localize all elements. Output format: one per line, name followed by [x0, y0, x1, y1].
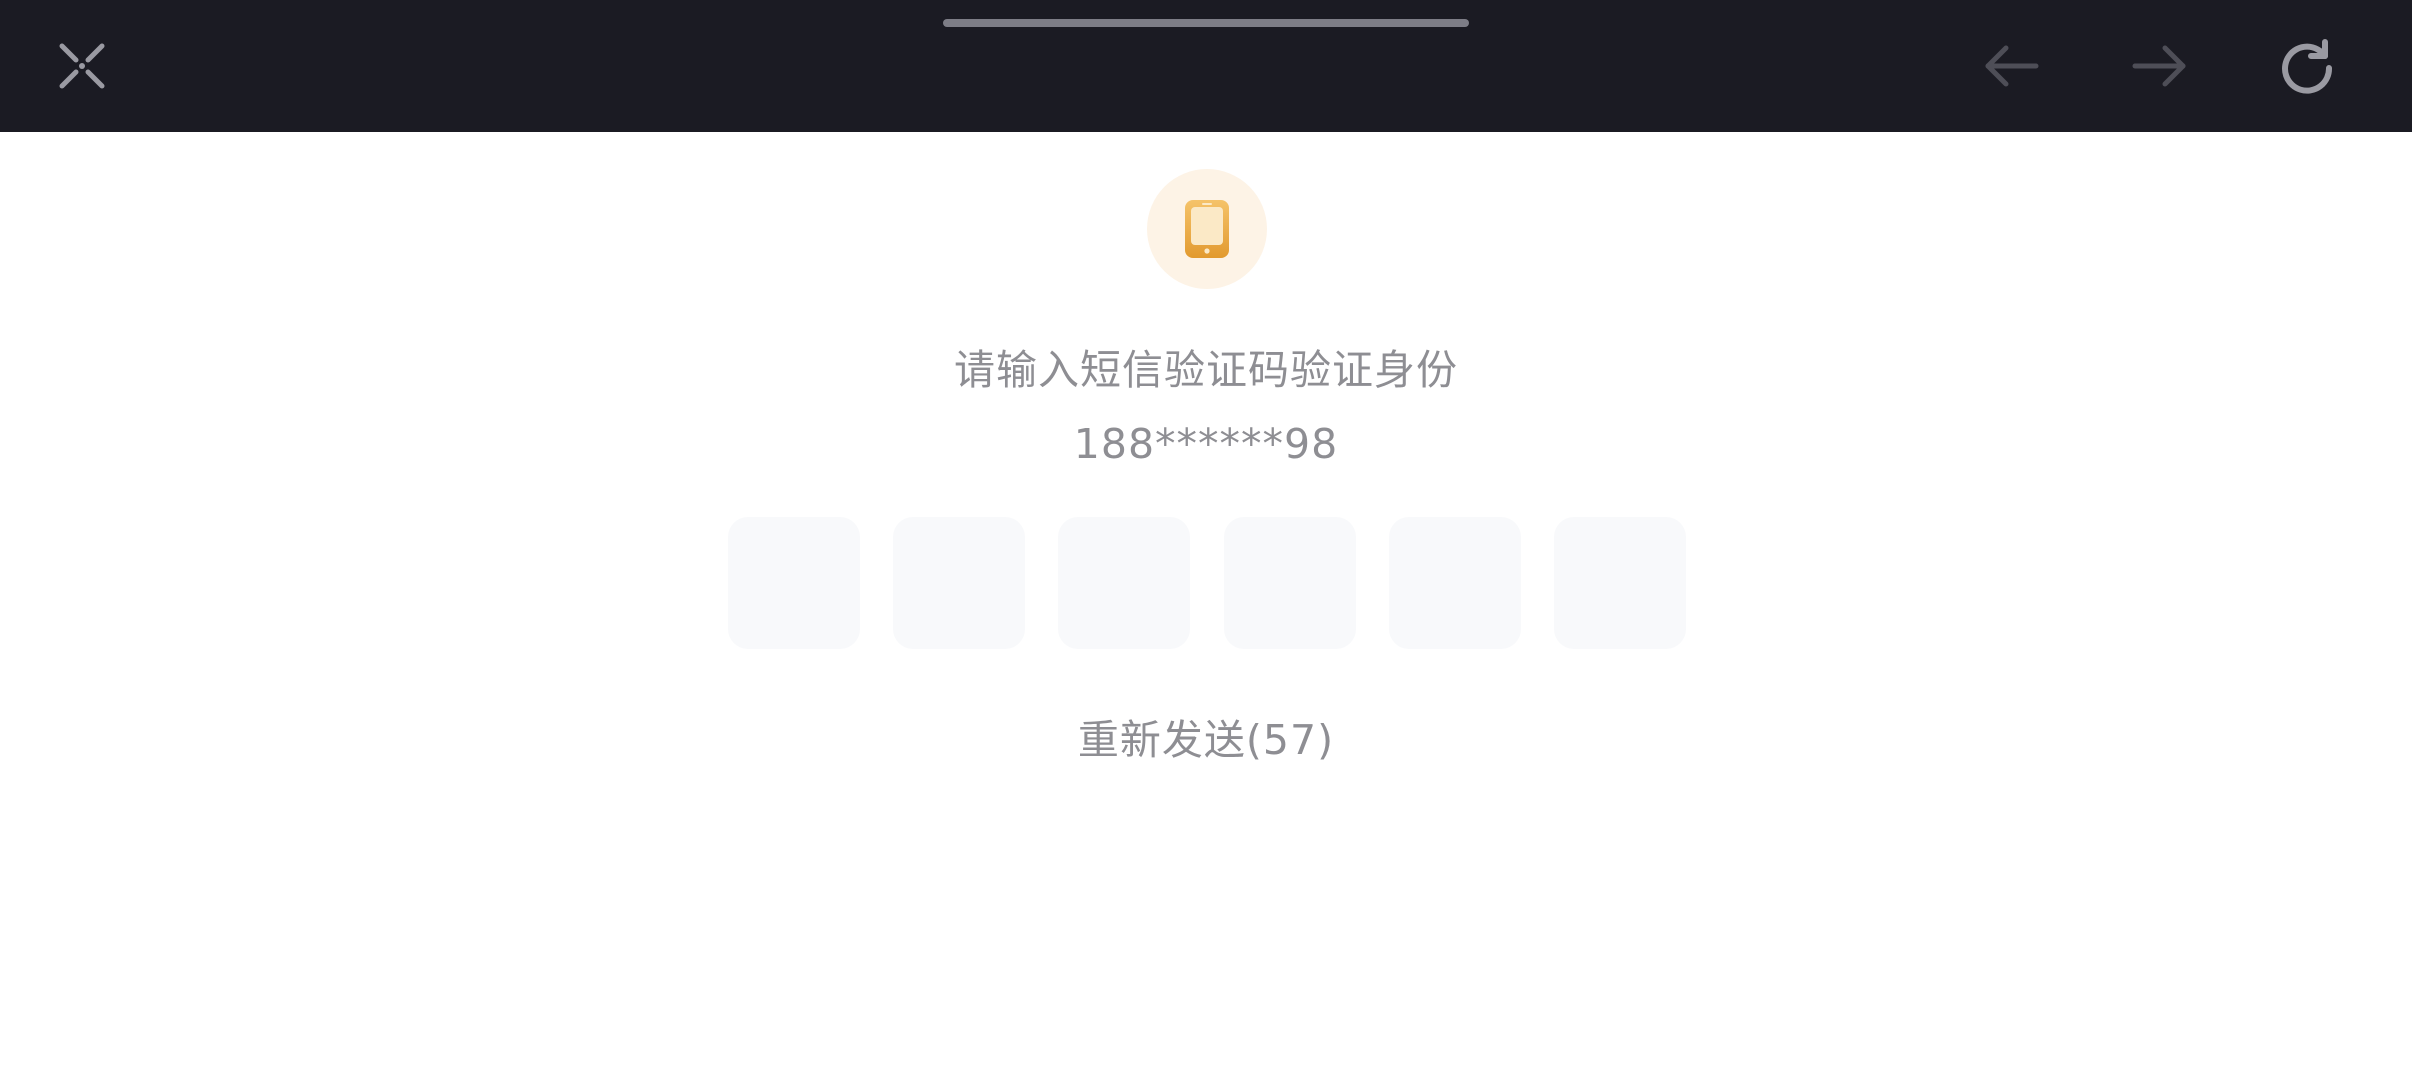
code-digit-6[interactable] — [1553, 517, 1686, 649]
forward-button[interactable] — [2123, 30, 2195, 102]
code-digit-4[interactable] — [1223, 517, 1356, 649]
code-digit-1[interactable] — [728, 517, 860, 649]
verification-prompt: 请输入短信验证码验证身份 — [954, 346, 1458, 394]
code-digit-5[interactable] — [1388, 517, 1521, 649]
arrow-right-icon — [2132, 45, 2186, 87]
browser-toolbar — [0, 0, 2412, 132]
close-x-icon — [59, 43, 105, 89]
verification-page: 请输入短信验证码验证身份 188******98 重新发送(57) — [0, 132, 2412, 1084]
code-digit-2[interactable] — [893, 517, 1026, 649]
reload-icon — [2282, 39, 2333, 94]
masked-phone-number: 188******98 — [1073, 420, 1339, 468]
sms-code-input-group — [728, 517, 1686, 649]
resend-countdown-button[interactable]: 重新发送(57) — [1078, 716, 1334, 764]
close-button[interactable] — [46, 30, 118, 102]
phone-badge — [1147, 169, 1267, 289]
code-digit-3[interactable] — [1058, 517, 1191, 649]
phone-icon — [1185, 200, 1229, 258]
resend-row: 重新发送(57) — [0, 706, 2412, 766]
reload-button[interactable] — [2271, 30, 2343, 102]
drag-handle[interactable] — [943, 19, 1469, 27]
arrow-left-icon — [1985, 45, 2039, 87]
back-button[interactable] — [1976, 30, 2048, 102]
